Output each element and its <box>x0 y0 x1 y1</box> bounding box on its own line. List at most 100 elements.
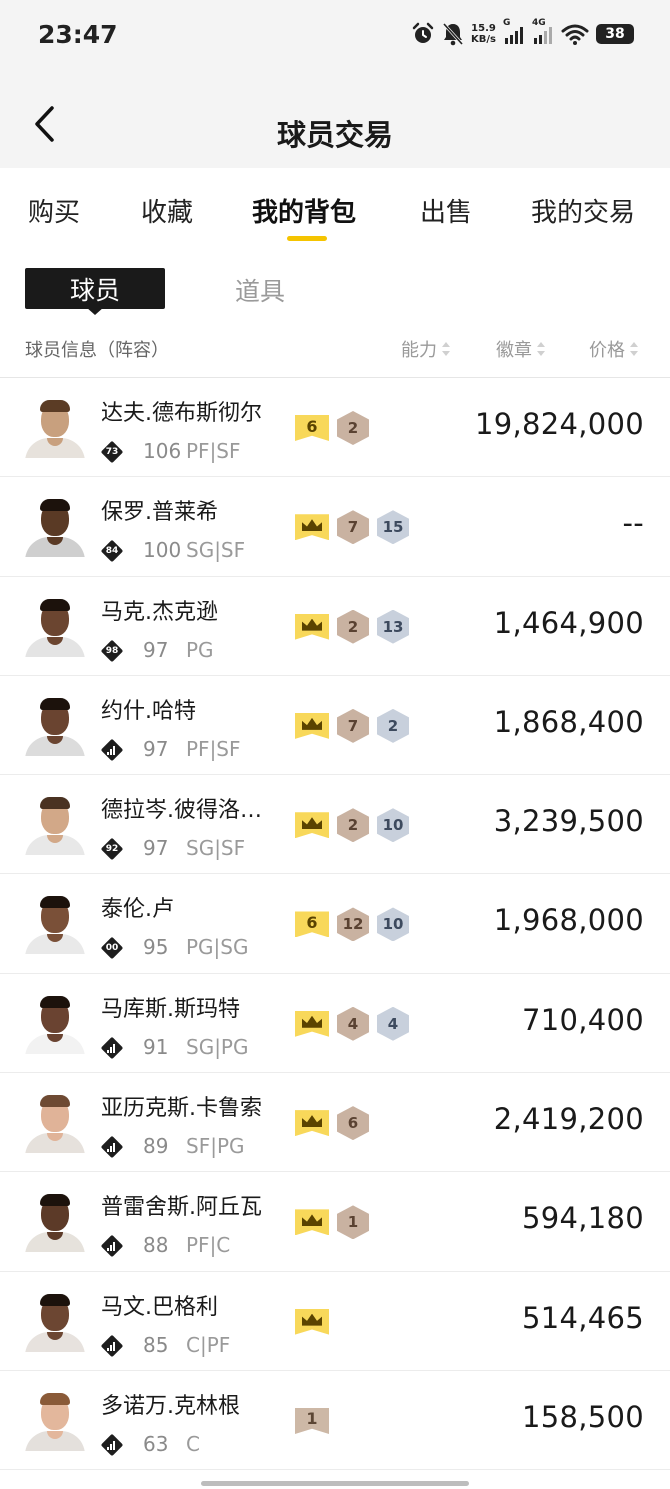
player-row[interactable]: 泰伦.卢 00 95 PG|SG 6 12 10 1,968,000 <box>0 874 670 974</box>
tier-icon: 98 <box>100 639 124 662</box>
home-indicator[interactable] <box>201 1481 469 1486</box>
player-avatar <box>25 597 85 657</box>
tab-my-backpack[interactable]: 我的背包 <box>252 192 356 229</box>
badge-group: 62 <box>295 411 369 445</box>
player-row[interactable]: 德拉岑.彼得洛… 92 97 SG|SF 2 10 3,239,500 <box>0 775 670 875</box>
player-avatar <box>25 1292 85 1352</box>
tier-icon <box>100 1036 124 1060</box>
silver-badge-count: 2 <box>377 708 409 743</box>
tier-icon <box>100 1433 124 1457</box>
tab-sell[interactable]: 出售 <box>420 192 472 229</box>
player-position: C|PF <box>186 1332 231 1357</box>
silver-badge-count: 10 <box>377 907 409 942</box>
cell-signal-icon: G <box>503 18 525 44</box>
silver-badge-count: 10 <box>377 808 409 843</box>
column-price-sort[interactable]: 价格 <box>589 336 638 362</box>
player-rating: 91 <box>143 1034 169 1059</box>
player-price: 710,400 <box>521 1002 644 1037</box>
crown-icon <box>295 613 329 640</box>
tier-icon: 73 <box>100 440 124 464</box>
badge-group: 44 <box>295 1006 409 1041</box>
page-title: 球员交易 <box>276 118 393 152</box>
badge-group: 6 12 10 <box>295 907 409 942</box>
player-name: 普雷舍斯.阿丘瓦 <box>101 1195 262 1221</box>
tab-buy[interactable]: 购买 <box>28 192 80 229</box>
bronze-badge-count: 2 <box>337 609 369 644</box>
rank-badge: 6 <box>295 415 329 441</box>
player-position: SG|SF <box>186 836 246 861</box>
column-badge-sort[interactable]: 徽章 <box>496 336 545 362</box>
status-bar: 23:47 15.9 KB/s G 4G 38 <box>0 0 670 78</box>
player-row[interactable]: 亚历克斯.卡鲁索 89 SF|PG 6 2,419,200 <box>0 1073 670 1173</box>
app-header: 球员交易 <box>0 78 670 168</box>
player-name: 泰伦.卢 <box>101 897 174 923</box>
player-row[interactable]: 多诺万.克林根 63 C 1 158,500 <box>0 1371 670 1471</box>
player-position: C <box>186 1431 200 1456</box>
status-time: 23:47 <box>38 20 118 49</box>
wifi-icon <box>561 24 589 45</box>
player-rating: 85 <box>143 1332 169 1357</box>
column-ability-sort[interactable]: 能力 <box>401 336 450 362</box>
status-icons: 15.9 KB/s G 4G 38 <box>411 18 634 46</box>
net-speed: 15.9 KB/s <box>471 23 496 45</box>
player-row[interactable]: 马库斯.斯玛特 91 SG|PG 4 4 710,400 <box>0 974 670 1074</box>
player-position: SG|PG <box>186 1034 249 1059</box>
sort-icon <box>630 342 638 356</box>
player-name: 保罗.普莱希 <box>101 500 218 526</box>
bronze-badge-count: 1 <box>337 1205 369 1240</box>
bronze-badge-count: 7 <box>337 708 369 743</box>
tier-icon <box>100 738 124 762</box>
tab-my-trades[interactable]: 我的交易 <box>531 192 635 229</box>
player-name: 马库斯.斯玛特 <box>101 996 240 1022</box>
player-name: 马克.杰克逊 <box>101 599 218 625</box>
player-rating: 89 <box>143 1134 169 1159</box>
badge-group: 1 <box>295 1404 329 1438</box>
badge-group: 2 10 <box>295 808 409 843</box>
player-avatar <box>25 497 85 558</box>
rank-badge: 6 <box>295 911 329 938</box>
badge-group: 1 <box>295 1205 369 1240</box>
player-position: SF|PG <box>186 1134 245 1159</box>
player-price: 514,465 <box>521 1300 644 1335</box>
player-price: 2,419,200 <box>493 1102 644 1137</box>
player-rating: 95 <box>143 935 169 960</box>
player-rating: 63 <box>143 1431 169 1456</box>
player-row[interactable]: 约什.哈特 97 PF|SF 7 2 1,868,400 <box>0 676 670 776</box>
player-position: SG|SF <box>186 538 246 563</box>
player-row[interactable]: 达夫.德布斯彻尔 73 106 PF|SF 6 2 19,824,000 <box>0 378 670 478</box>
player-name: 多诺万.克林根 <box>101 1393 240 1419</box>
player-avatar <box>25 1391 85 1451</box>
crown-icon <box>295 1209 329 1236</box>
crown-icon <box>295 1010 329 1037</box>
player-row[interactable]: 马克.杰克逊 98 97 PG 2 13 1,464,900 <box>0 577 670 676</box>
badge-group: 6 <box>295 1106 369 1141</box>
segment-items[interactable]: 道具 <box>235 272 285 308</box>
player-rating: 100 <box>143 538 182 563</box>
player-avatar <box>25 696 85 756</box>
player-row[interactable]: 保罗.普莱希 84 100 SG|SF 7 15 -- <box>0 477 670 577</box>
bronze-badge-count: 7 <box>337 510 369 545</box>
player-rating: 106 <box>143 439 182 463</box>
crown-icon <box>295 712 329 739</box>
tier-icon: 92 <box>100 837 124 861</box>
player-avatar <box>25 398 85 458</box>
tier-icon <box>100 1235 124 1258</box>
player-price: 1,968,000 <box>493 903 644 938</box>
player-rating: 88 <box>143 1233 169 1258</box>
crown-icon <box>295 1110 329 1137</box>
player-rating: 97 <box>143 836 169 861</box>
silver-badge-count: 13 <box>377 609 409 644</box>
crown-icon <box>295 514 329 541</box>
tier-icon: 84 <box>100 539 124 563</box>
bronze-badge-count: 12 <box>337 907 369 942</box>
segment-players[interactable]: 球员 <box>25 268 165 309</box>
player-avatar <box>25 894 85 955</box>
bronze-badge-count: 2 <box>337 411 369 445</box>
player-avatar <box>25 795 85 856</box>
player-price: -- <box>622 506 644 541</box>
tab-favorites[interactable]: 收藏 <box>141 192 193 229</box>
player-row[interactable]: 普雷舍斯.阿丘瓦 88 PF|C 1 594,180 <box>0 1172 670 1272</box>
battery-indicator: 38 <box>596 24 634 44</box>
player-name: 达夫.德布斯彻尔 <box>101 401 262 426</box>
player-row[interactable]: 马文.巴格利 85 C|PF 514,465 <box>0 1272 670 1371</box>
